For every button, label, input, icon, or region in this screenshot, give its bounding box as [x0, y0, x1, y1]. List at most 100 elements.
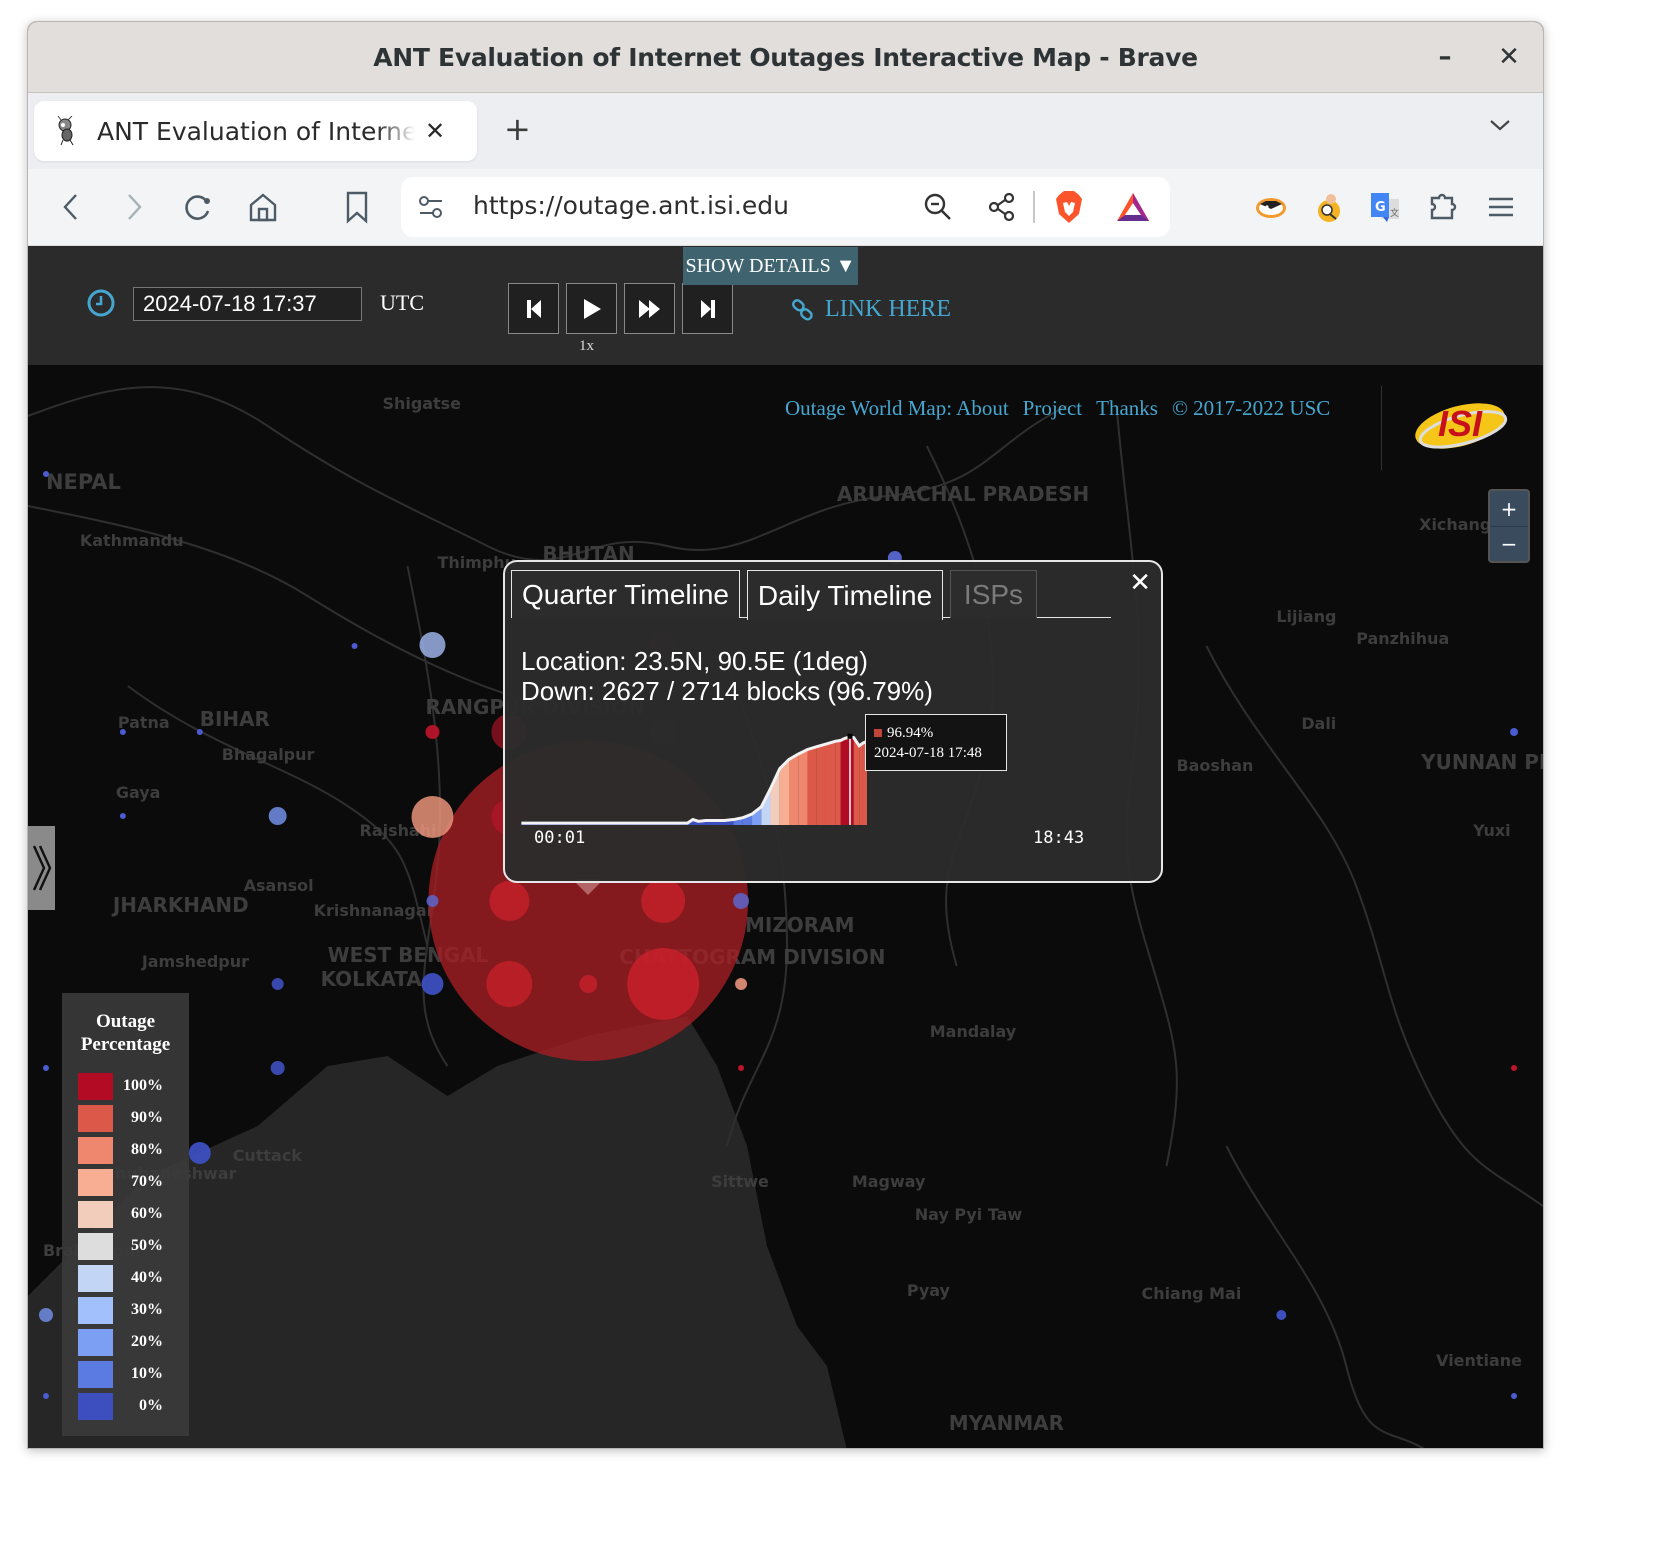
outage-marker[interactable] [119, 729, 126, 735]
outage-marker[interactable] [1511, 1393, 1518, 1399]
svg-text:文: 文 [1390, 207, 1399, 219]
place-label: Bhagalpur [222, 745, 315, 764]
control-bar: 2024-07-18 17:37 UTC 1x SHOW DETAILS ▼ L… [28, 246, 1543, 365]
outage-marker[interactable] [486, 961, 533, 1007]
new-tab-button[interactable]: + [504, 113, 531, 145]
double-chevron-right-icon [32, 845, 51, 891]
zoom-out-button[interactable]: − [1490, 526, 1528, 561]
outage-marker[interactable] [268, 807, 287, 825]
legend-items: 100% 90% 80% 70% 60% 50% 40% 30% 20% 10% 0% [62, 1070, 189, 1422]
home-icon[interactable] [245, 189, 281, 225]
site-settings-icon[interactable] [413, 189, 449, 225]
outage-marker[interactable] [419, 632, 446, 658]
show-details-button[interactable]: SHOW DETAILS ▼ [683, 247, 858, 285]
outage-marker[interactable] [271, 978, 284, 990]
outage-marker[interactable] [1510, 728, 1519, 736]
outage-marker[interactable] [641, 879, 686, 923]
close-window-button[interactable]: ✕ [1494, 42, 1524, 72]
place-label: YUNNAN PROVINCE [1420, 750, 1543, 774]
legend-label: 50% [131, 1237, 163, 1254]
isi-logo[interactable]: ISI [1410, 394, 1510, 454]
about-link[interactable]: Outage World Map: About [785, 396, 1009, 421]
outage-marker[interactable] [119, 813, 126, 819]
outage-marker[interactable] [1511, 1065, 1518, 1071]
legend-label: 100% [123, 1077, 163, 1094]
google-translate-icon[interactable]: G文 [1367, 189, 1403, 225]
fast-forward-button[interactable] [624, 283, 675, 334]
outage-marker[interactable] [196, 729, 203, 735]
legend-swatch [78, 1104, 113, 1132]
forward-icon[interactable] [116, 189, 152, 225]
reload-icon[interactable] [180, 189, 216, 225]
timeline-end-label: 18:43 [1033, 828, 1085, 848]
tab-isps[interactable]: ISPs [950, 570, 1037, 618]
outage-marker[interactable] [42, 1065, 49, 1071]
outage-marker[interactable] [738, 1065, 745, 1071]
tab-title: ANT Evaluation of Internet Outages Inter… [97, 116, 415, 146]
outage-marker[interactable] [425, 725, 440, 739]
outage-marker[interactable] [733, 893, 750, 909]
project-link[interactable]: Project [1023, 396, 1082, 421]
outage-marker[interactable] [426, 895, 439, 907]
tab-quarter-timeline[interactable]: Quarter Timeline [511, 570, 740, 618]
browser-tab[interactable]: ANT Evaluation of Internet Outages Inter… [34, 101, 477, 161]
outage-marker[interactable] [1276, 1310, 1287, 1320]
location-info: Location: 23.5N, 90.5E (1deg) Down: 2627… [521, 646, 933, 706]
tab-close-button[interactable]: ✕ [425, 117, 445, 145]
outage-marker[interactable] [735, 978, 748, 990]
outage-marker[interactable] [42, 471, 49, 477]
outage-marker[interactable] [489, 881, 530, 921]
outage-marker[interactable] [38, 1308, 53, 1322]
link-here-button[interactable]: LINK HERE [791, 296, 951, 323]
brave-shields-icon[interactable] [1051, 189, 1087, 225]
legend-item: 90% [62, 1102, 189, 1134]
legend-item: 30% [62, 1294, 189, 1326]
side-panel-toggle[interactable] [28, 826, 55, 910]
outage-marker[interactable] [188, 1142, 211, 1164]
zoom-out-icon[interactable] [920, 189, 956, 225]
playback-speed[interactable]: 1x [579, 338, 594, 355]
outage-marker[interactable] [579, 975, 598, 993]
outage-marker[interactable] [351, 643, 358, 649]
address-bar[interactable]: https://outage.ant.isi.edu [401, 177, 1170, 237]
chart-area-segment [789, 754, 799, 825]
minimize-button[interactable]: – [1430, 42, 1460, 72]
location-text: Location: 23.5N, 90.5E (1deg) [521, 646, 868, 676]
popup-close-button[interactable]: ✕ [1129, 568, 1151, 598]
clock-icon[interactable] [86, 288, 116, 318]
zoom-in-button[interactable]: + [1490, 491, 1528, 526]
chart-area-segment [853, 737, 860, 825]
extensions-puzzle-icon[interactable] [1425, 189, 1461, 225]
tab-daily-timeline[interactable]: Daily Timeline [747, 570, 943, 620]
place-label: Baoshan [1176, 756, 1253, 775]
down-blocks-text: Down: 2627 / 2714 blocks (96.79%) [521, 676, 933, 706]
extension-detective-icon[interactable] [1311, 189, 1347, 225]
outage-marker[interactable] [270, 1061, 285, 1075]
play-button[interactable] [566, 283, 617, 334]
skip-to-start-button[interactable] [508, 283, 559, 334]
privacy-badger-icon[interactable] [1253, 189, 1289, 225]
thanks-link[interactable]: Thanks [1096, 396, 1158, 421]
legend-label: 0% [139, 1397, 163, 1414]
place-label: KOLKATA [321, 967, 423, 991]
chart-area-segment [825, 741, 836, 825]
bookmark-icon[interactable] [339, 189, 375, 225]
location-popup: Quarter Timeline Daily Timeline ISPs ✕ L… [503, 560, 1163, 883]
outage-marker[interactable] [411, 796, 454, 838]
skip-to-end-button[interactable] [682, 283, 733, 334]
menu-icon[interactable] [1483, 189, 1519, 225]
chart-area-segment [807, 746, 817, 825]
chart-tooltip: 96.94% 2024-07-18 17:48 [865, 714, 1007, 771]
tab-list-chevron-icon[interactable] [1488, 117, 1512, 137]
datetime-input[interactable]: 2024-07-18 17:37 [133, 287, 362, 321]
url-text[interactable]: https://outage.ant.isi.edu [473, 191, 789, 220]
place-label: Pyay [907, 1281, 951, 1300]
skip-forward-icon [700, 299, 715, 318]
outage-marker[interactable] [627, 948, 700, 1020]
back-icon[interactable] [53, 189, 89, 225]
outage-marker[interactable] [421, 973, 444, 995]
outage-marker[interactable] [42, 1393, 49, 1399]
brave-rewards-icon[interactable] [1115, 189, 1151, 225]
share-icon[interactable] [984, 189, 1020, 225]
place-label: Kathmandu [80, 531, 184, 550]
